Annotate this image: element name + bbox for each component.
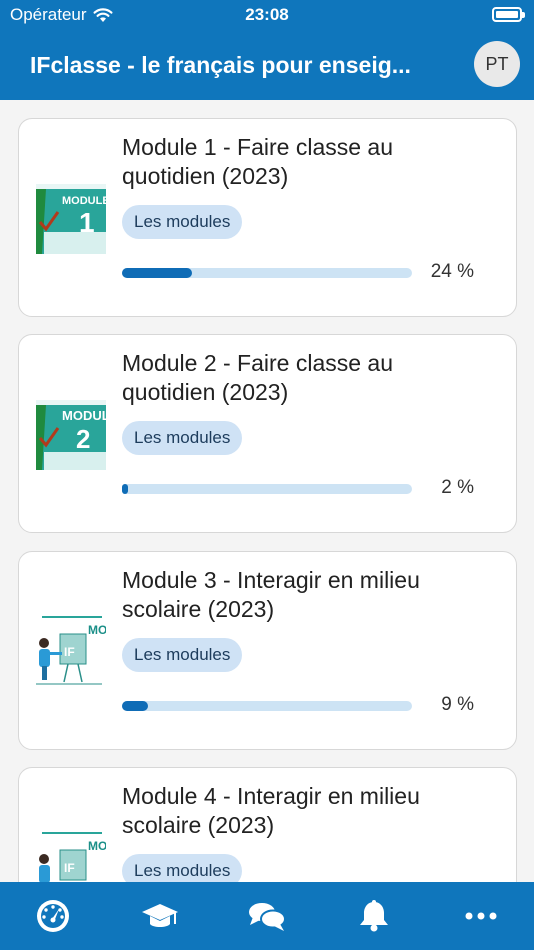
progress-label: 24 % — [430, 261, 474, 282]
courses-icon — [142, 904, 179, 927]
thumb-logo: IF — [64, 645, 75, 659]
battery-icon — [492, 7, 525, 22]
progress-bar — [122, 701, 412, 711]
progress-fill — [122, 268, 192, 278]
thumb-label: MO — [88, 839, 106, 853]
category-badge: Les modules — [122, 638, 243, 672]
thumb-label: MO — [88, 623, 106, 637]
more-icon — [465, 912, 497, 920]
progress-bar — [122, 268, 412, 278]
course-thumbnail: MO IF — [36, 616, 106, 686]
bottom-tab-bar — [0, 882, 534, 950]
tab-messages[interactable] — [214, 882, 321, 950]
progress-label: 9 % — [441, 694, 474, 715]
category-badge: Les modules — [122, 421, 243, 455]
progress-fill — [122, 484, 128, 494]
thumb-label: MODULE — [62, 408, 106, 423]
app-header: Opérateur 23:08 IFclasse - le français p… — [0, 0, 534, 100]
course-title[interactable]: Module 3 - Interagir en milieu scolaire … — [122, 566, 492, 624]
tab-notifications[interactable] — [320, 882, 427, 950]
course-list[interactable]: MODULE 1 Module 1 - Faire classe au quot… — [0, 100, 534, 882]
category-badge: Les modules — [122, 205, 243, 239]
status-time: 23:08 — [245, 5, 289, 24]
course-title[interactable]: Module 4 - Interagir en milieu scolaire … — [122, 782, 492, 840]
tab-more[interactable] — [427, 882, 534, 950]
tab-dashboard[interactable] — [0, 882, 107, 950]
progress-label: 2 % — [441, 477, 474, 498]
page-title: IFclasse - le français pour enseig... — [30, 52, 411, 78]
user-avatar[interactable]: PT — [474, 41, 520, 87]
course-thumbnail: MODULE 2 — [36, 400, 106, 470]
course-thumbnail: MODULE 1 — [36, 184, 106, 254]
thumb-logo: IF — [64, 861, 75, 875]
course-card[interactable]: MODULE 2 Module 2 - Faire classe au quot… — [18, 334, 517, 533]
category-badge: Les modules — [122, 854, 243, 882]
status-bar: Opérateur 23:08 — [0, 0, 534, 32]
thumb-label: MODULE — [62, 195, 106, 207]
messages-icon — [248, 903, 286, 931]
progress-fill — [122, 701, 149, 711]
dashboard-icon — [37, 900, 70, 932]
course-card[interactable]: MO IF Module 3 - Interagir en milieu sco… — [18, 551, 517, 750]
course-thumbnail: MO IF — [36, 832, 106, 882]
course-title[interactable]: Module 1 - Faire classe au quotidien (20… — [122, 133, 492, 191]
tab-courses[interactable] — [107, 882, 214, 950]
course-card[interactable]: MO IF Module 4 - Interagir en milieu sco… — [18, 767, 517, 882]
thumb-number: 1 — [79, 207, 95, 238]
progress-bar — [122, 484, 412, 494]
notifications-icon — [359, 900, 388, 932]
course-card[interactable]: MODULE 1 Module 1 - Faire classe au quot… — [18, 118, 517, 317]
thumb-number: 2 — [76, 424, 90, 454]
course-title[interactable]: Module 2 - Faire classe au quotidien (20… — [122, 349, 492, 407]
